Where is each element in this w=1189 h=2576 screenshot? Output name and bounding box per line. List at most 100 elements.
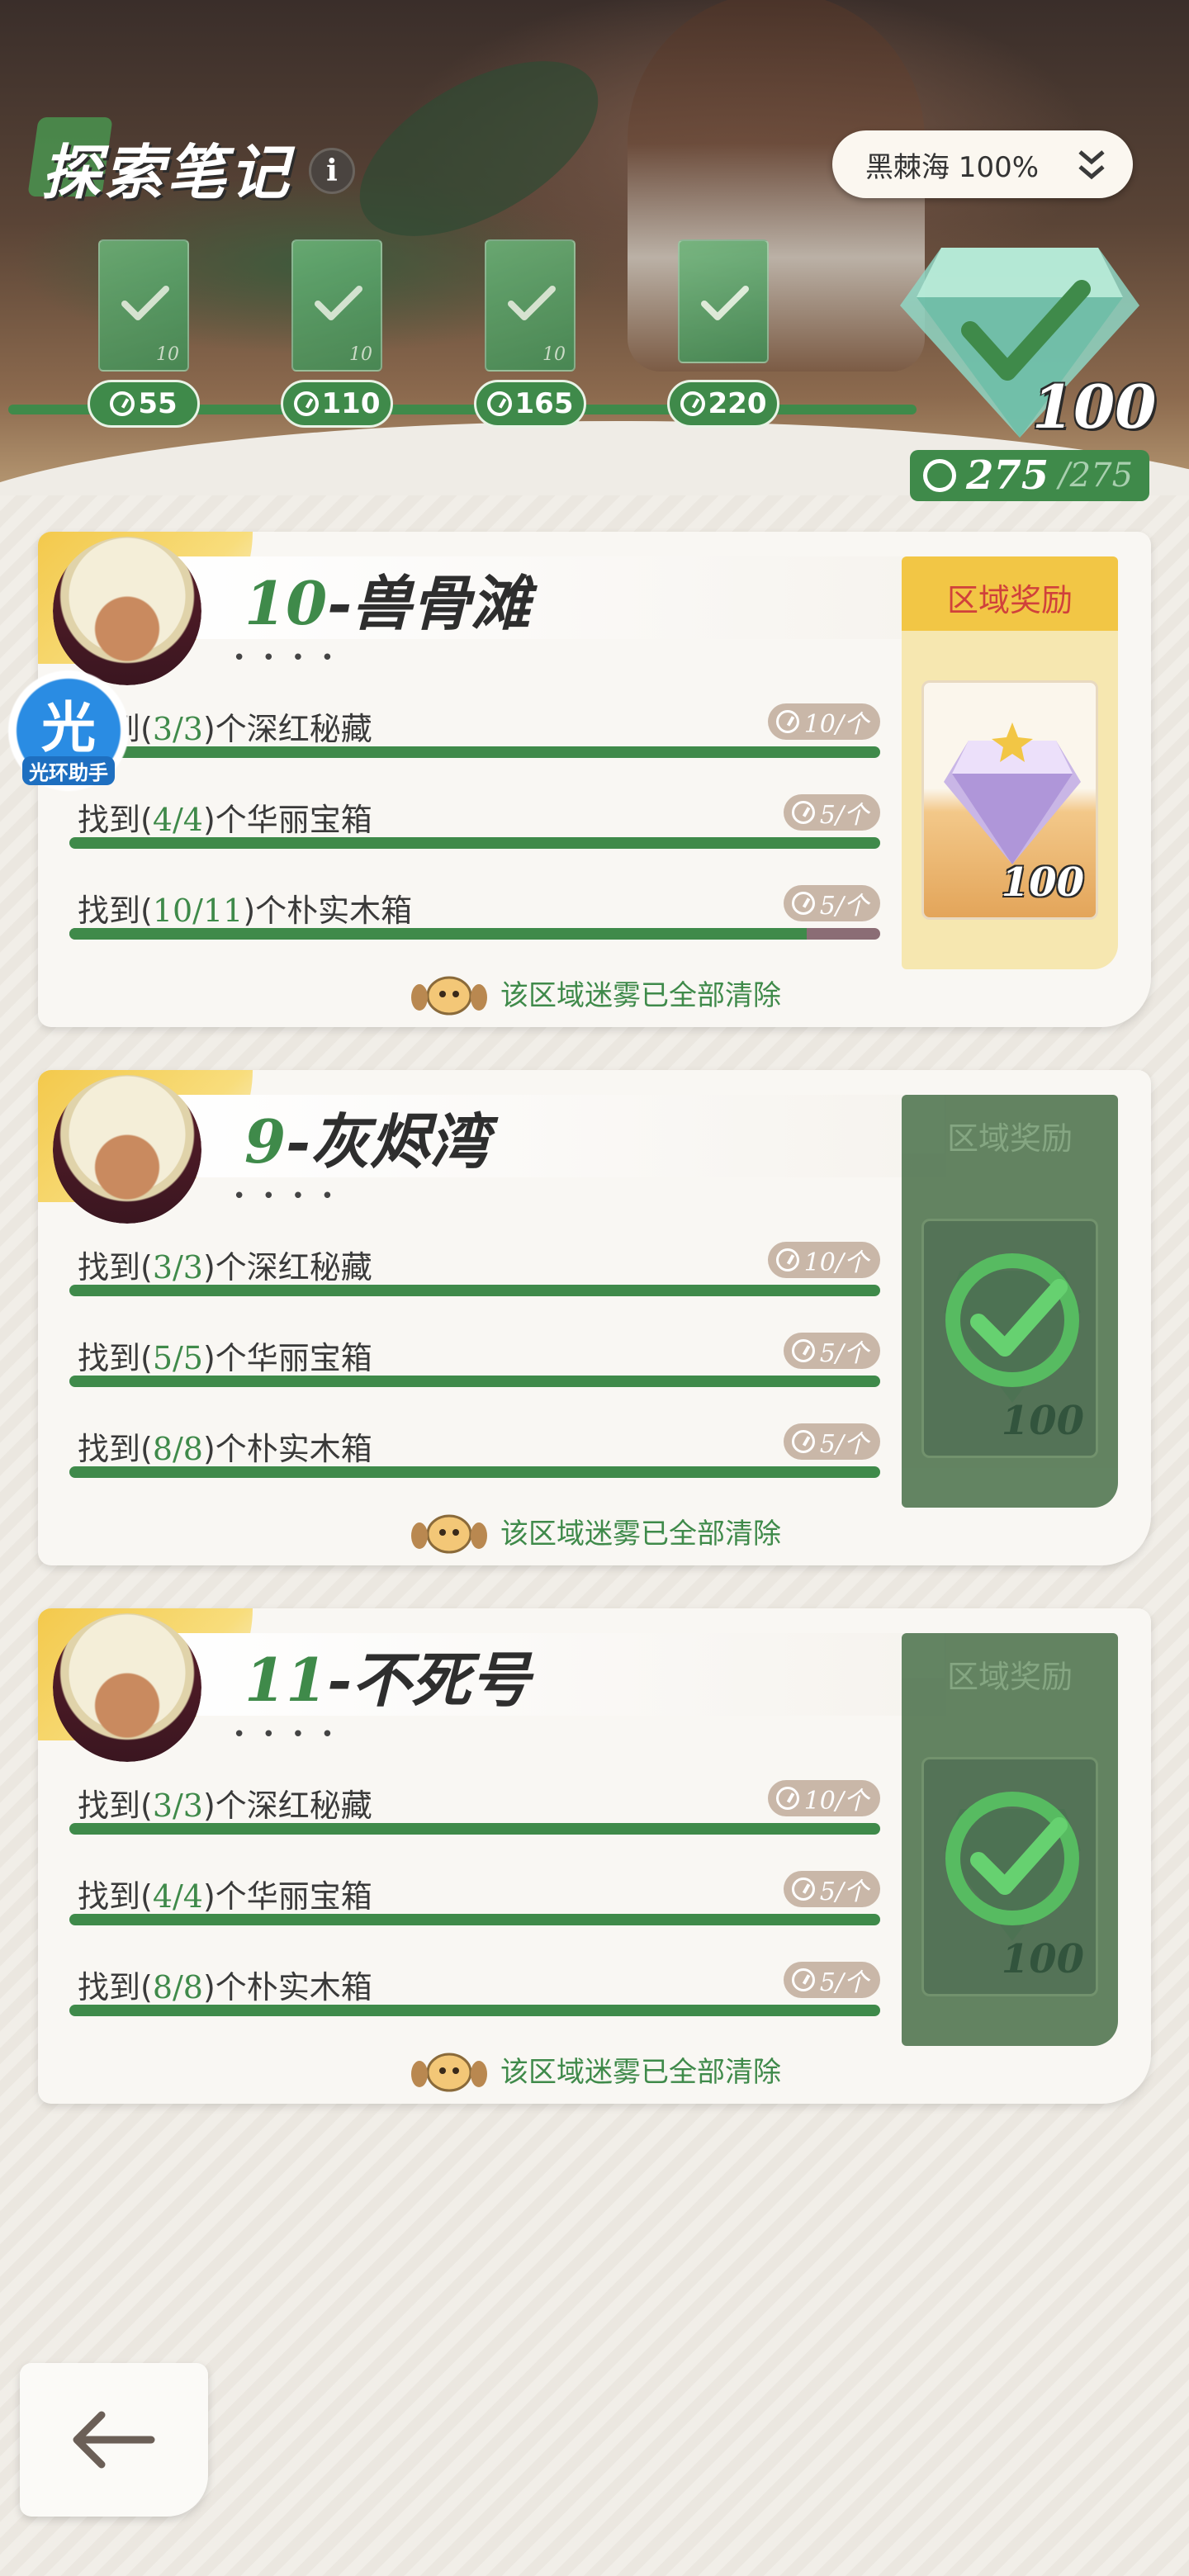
task-label: 找到(4/4)个华丽宝箱 bbox=[78, 1871, 372, 1916]
total-points-max: /275 bbox=[1059, 457, 1134, 495]
milestone-points: 220 bbox=[667, 380, 779, 428]
avatar bbox=[53, 537, 201, 685]
task-row: 找到(4/4)个华丽宝箱 5/个 bbox=[69, 789, 880, 849]
total-reward-number: 100 bbox=[1032, 372, 1157, 442]
reward-card: 100 bbox=[921, 680, 1098, 920]
task-progress-fill bbox=[69, 1823, 880, 1835]
task-prefix: 找到( bbox=[78, 1788, 153, 1824]
task-count: 3/3 bbox=[152, 1249, 203, 1286]
task-suffix: )个华丽宝箱 bbox=[202, 802, 372, 838]
stopwatch-coin-icon bbox=[775, 1787, 799, 1810]
task-count: 3/3 bbox=[152, 1788, 203, 1824]
task-suffix: )个朴实木箱 bbox=[202, 1969, 372, 2005]
milestone-points: 165 bbox=[474, 380, 586, 428]
region-name: -兽骨滩 bbox=[327, 568, 531, 638]
milestone-points-value: 110 bbox=[321, 387, 381, 420]
double-chevron-down-icon bbox=[1078, 150, 1105, 180]
stopwatch-coin-icon bbox=[293, 391, 319, 416]
milestone-1[interactable]: 10 55 bbox=[88, 239, 200, 428]
task-prefix: 找到( bbox=[78, 1969, 153, 2005]
region-title: 11-不死号 bbox=[244, 1631, 530, 1718]
task-label: 找到(5/5)个华丽宝箱 bbox=[78, 1333, 372, 1378]
milestone-4[interactable]: 220 bbox=[667, 239, 779, 428]
check-icon bbox=[315, 286, 362, 320]
task-reward-value: 10/个 bbox=[803, 710, 869, 739]
task-label: 找到(10/11)个朴实木箱 bbox=[78, 885, 412, 930]
milestone-count: 10 bbox=[542, 344, 566, 365]
region-number: 10 bbox=[244, 568, 328, 638]
task-progress-bar bbox=[69, 1466, 880, 1478]
task-suffix: )个深红秘藏 bbox=[202, 1249, 372, 1286]
region-reward-panel[interactable]: 区域奖励 100 bbox=[902, 1095, 1118, 1508]
milestone-3[interactable]: 10 165 bbox=[474, 239, 586, 428]
milestone-points-value: 55 bbox=[138, 387, 178, 420]
task-count: 10/11 bbox=[152, 893, 244, 929]
task-progress-fill bbox=[69, 1285, 880, 1296]
task-prefix: 找到( bbox=[78, 1340, 153, 1376]
region-select-label: 黑棘海 100% bbox=[865, 150, 1040, 184]
region-name: -不死号 bbox=[327, 1645, 531, 1715]
stopwatch-coin-icon bbox=[791, 1339, 815, 1362]
milestone-points: 55 bbox=[88, 380, 200, 428]
assistant-glyph: 光 bbox=[41, 696, 96, 760]
task-label: 找到(8/8)个朴实木箱 bbox=[78, 1423, 372, 1469]
task-prefix: 找到( bbox=[78, 1431, 153, 1467]
milestone-card: 10 bbox=[98, 239, 189, 372]
task-reward-value: 5/个 bbox=[819, 1878, 869, 1906]
task-progress-bar bbox=[69, 837, 880, 849]
card-footer: 该区域迷雾已全部清除 bbox=[38, 2044, 1151, 2094]
task-progress-bar bbox=[69, 928, 880, 940]
task-row: 找到(3/3)个深红秘藏 10/个 bbox=[69, 1237, 880, 1296]
stopwatch-coin-icon bbox=[775, 710, 799, 733]
task-suffix: )个朴实木箱 bbox=[243, 893, 413, 929]
milestone-2[interactable]: 10 110 bbox=[281, 239, 393, 428]
info-icon[interactable]: i bbox=[309, 147, 356, 194]
task-suffix: )个深红秘藏 bbox=[202, 711, 372, 747]
stopwatch-coin-icon bbox=[486, 391, 512, 416]
task-reward-badge: 5/个 bbox=[783, 1423, 880, 1460]
task-count: 4/4 bbox=[152, 1878, 203, 1915]
stopwatch-coin-icon bbox=[791, 1878, 815, 1901]
floating-assistant-button[interactable]: 光 光环助手 bbox=[5, 667, 132, 794]
card-footer: 该区域迷雾已全部清除 bbox=[38, 1506, 1151, 1556]
task-count: 8/8 bbox=[152, 1969, 203, 2005]
reward-card: 100 bbox=[921, 1219, 1098, 1458]
task-prefix: 找到( bbox=[78, 1249, 153, 1286]
task-suffix: )个深红秘藏 bbox=[202, 1788, 372, 1824]
gem-icon bbox=[944, 722, 1081, 864]
region-select[interactable]: 黑棘海 100% bbox=[832, 130, 1133, 198]
reward-claimed-check-icon bbox=[944, 1253, 1081, 1403]
stopwatch-coin-icon bbox=[791, 892, 815, 915]
region-name: -灰烬湾 bbox=[286, 1106, 489, 1177]
title-group: 探索笔记 i bbox=[25, 117, 356, 211]
milestone-count: 10 bbox=[349, 344, 372, 365]
task-reward-value: 5/个 bbox=[819, 1430, 869, 1459]
task-prefix: 找到( bbox=[78, 893, 153, 929]
region-reward-panel[interactable]: 区域奖励 100 bbox=[902, 556, 1118, 969]
region-title: 10-兽骨滩 bbox=[244, 555, 530, 642]
region-card: 10-兽骨滩 • • • • 找到(3/3)个深红秘藏 10/个 找到(4/4)… bbox=[38, 532, 1151, 1027]
task-progress-bar bbox=[69, 746, 880, 758]
stopwatch-coin-icon bbox=[791, 1968, 815, 1991]
task-row: 找到(8/8)个朴实木箱 5/个 bbox=[69, 1418, 880, 1478]
region-reward-panel[interactable]: 区域奖励 100 bbox=[902, 1633, 1118, 2046]
back-button[interactable] bbox=[20, 2363, 208, 2517]
task-count: 8/8 bbox=[152, 1431, 203, 1467]
task-reward-badge: 5/个 bbox=[783, 885, 880, 921]
task-progress-bar bbox=[69, 2005, 880, 2016]
task-reward-value: 10/个 bbox=[803, 1787, 869, 1816]
stopwatch-coin-icon bbox=[110, 391, 135, 416]
task-reward-value: 5/个 bbox=[819, 1339, 869, 1368]
reward-number: 100 bbox=[1001, 1398, 1084, 1444]
task-progress-fill bbox=[69, 837, 880, 849]
region-number: 9 bbox=[244, 1106, 287, 1177]
milestone-card: 10 bbox=[291, 239, 382, 372]
task-label: 找到(3/3)个深红秘藏 bbox=[78, 1242, 372, 1287]
task-reward-badge: 10/个 bbox=[767, 703, 880, 740]
mascot-icon bbox=[411, 2053, 487, 2092]
task-row: 找到(5/5)个华丽宝箱 5/个 bbox=[69, 1328, 880, 1387]
fog-cleared-text: 该区域迷雾已全部清除 bbox=[500, 1517, 781, 1551]
region-dots: • • • • bbox=[233, 646, 339, 670]
reward-claimed-check-icon bbox=[944, 1792, 1081, 1941]
task-prefix: 找到( bbox=[78, 802, 153, 838]
